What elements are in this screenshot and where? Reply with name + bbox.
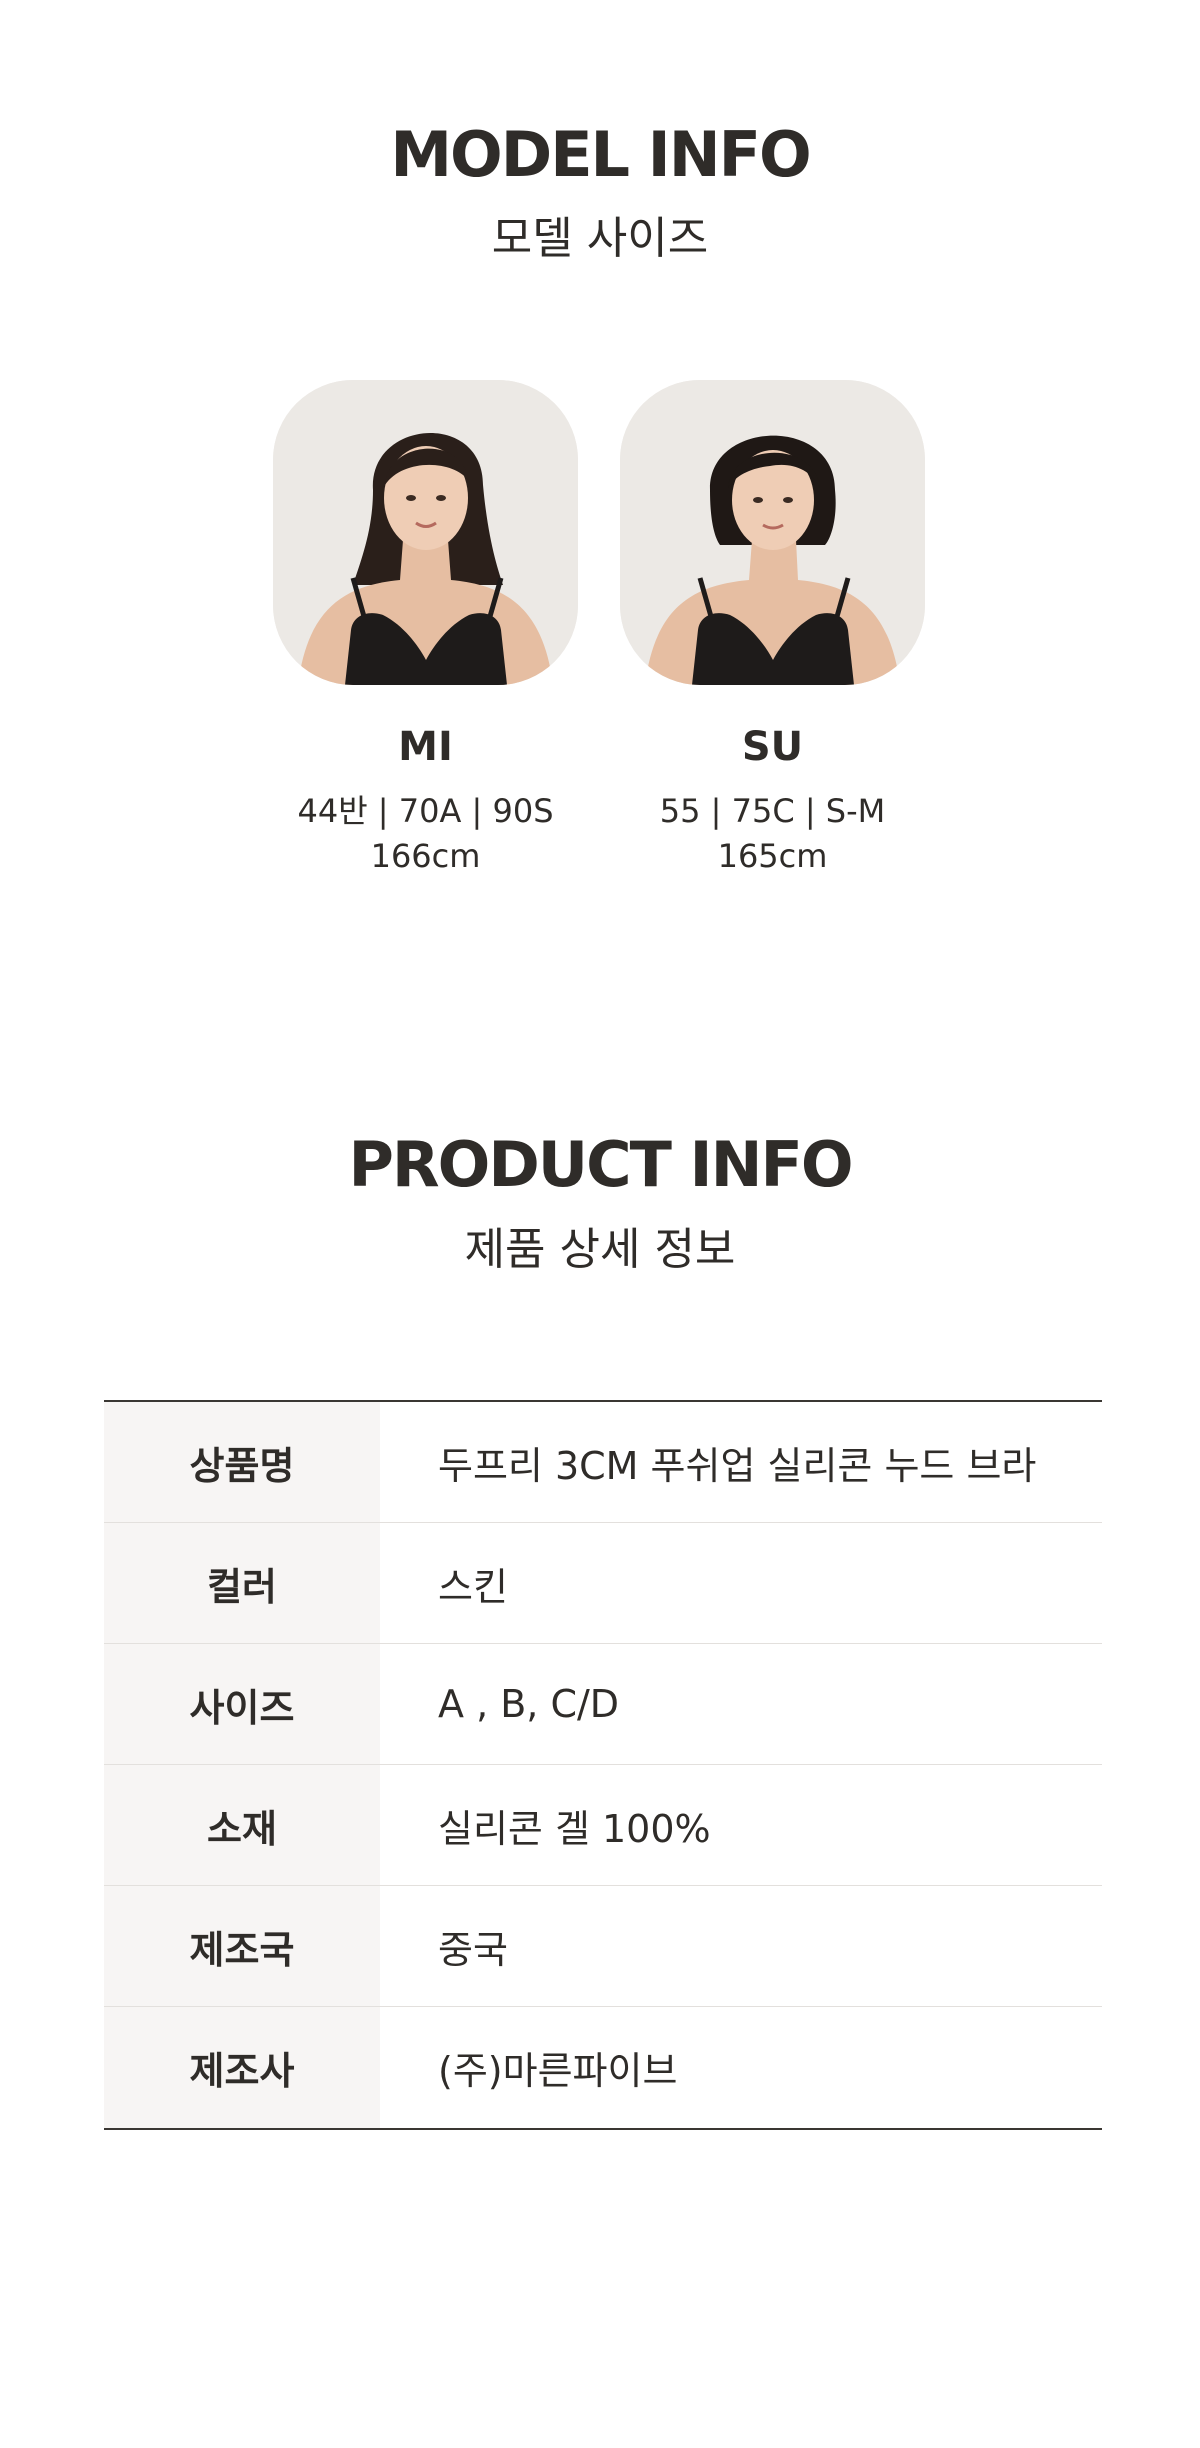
row-label: 사이즈 [104, 1644, 380, 1764]
model-photo-su [620, 380, 925, 685]
model-sizes-mi: 44반 | 70A | 90S [297, 792, 554, 830]
row-value: (주)마른파이브 [438, 2049, 678, 2093]
table-row-country: 제조국 중국 [104, 1886, 1102, 2007]
model-info-subtitle: 모델 사이즈 [491, 213, 709, 264]
model-height-mi: 166cm [370, 837, 481, 875]
row-label: 상품명 [104, 1402, 380, 1522]
model-su-illustration [620, 380, 925, 685]
row-value: 스킨 [438, 1564, 508, 1609]
row-value: A , B, C/D [438, 1682, 620, 1726]
table-row-color: 컬러 스킨 [104, 1523, 1102, 1644]
model-name-mi: MI [398, 724, 453, 770]
model-name-su: SU [741, 724, 804, 770]
product-info-table: 상품명 두프리 3CM 푸쉬업 실리콘 누드 브라 컬러 스킨 사이즈 A , … [104, 1400, 1102, 2130]
table-row-manufacturer: 제조사 (주)마른파이브 [104, 2007, 1102, 2128]
model-mi-illustration [273, 380, 578, 685]
table-row-size: 사이즈 A , B, C/D [104, 1644, 1102, 1765]
model-photo-mi [273, 380, 578, 685]
row-label: 컬러 [104, 1523, 380, 1643]
model-info-title: MODEL INFO [390, 118, 811, 191]
model-height-su: 165cm [717, 837, 828, 875]
row-label: 제조국 [104, 1886, 380, 2006]
model-sizes-su: 55 | 75C | S-M [659, 792, 886, 830]
model-card-su: SU 55 | 75C | S-M 165cm [620, 380, 925, 872]
table-row-material: 소재 실리콘 겔 100% [104, 1765, 1102, 1886]
row-value: 두프리 3CM 푸쉬업 실리콘 누드 브라 [438, 1443, 1037, 1488]
row-label: 소재 [104, 1765, 380, 1885]
product-info-subtitle: 제품 상세 정보 [464, 1224, 736, 1275]
row-value: 중국 [438, 1927, 508, 1972]
row-value: 실리콘 겔 100% [438, 1806, 711, 1851]
product-info-title: PRODUCT INFO [348, 1128, 853, 1201]
model-card-mi: MI 44반 | 70A | 90S 166cm [273, 380, 578, 872]
row-label: 제조사 [104, 2007, 380, 2128]
table-row-product-name: 상품명 두프리 3CM 푸쉬업 실리콘 누드 브라 [104, 1402, 1102, 1523]
